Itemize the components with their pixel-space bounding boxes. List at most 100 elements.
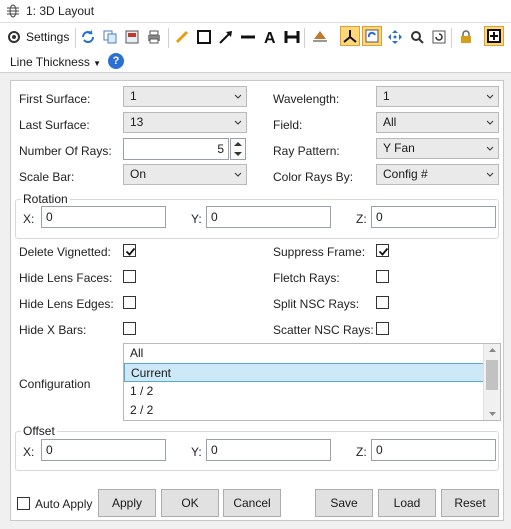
wavelength-value: 1 (383, 89, 390, 103)
auto-apply-label: Auto Apply (35, 497, 93, 511)
offset-x-input[interactable]: 0 (41, 439, 166, 461)
load-button[interactable]: Load (378, 489, 436, 517)
color-rays-by-value: Config # (383, 167, 428, 181)
pan-icon[interactable] (385, 27, 405, 47)
line-thickness-dropdown[interactable]: Line Thickness ▼ (10, 55, 101, 69)
toolbar-divider (451, 28, 452, 48)
hide-lens-faces-label: Hide Lens Faces: (19, 271, 113, 285)
chevron-down-icon (234, 172, 242, 177)
ok-button[interactable]: OK (161, 489, 219, 517)
rectangle-icon[interactable] (194, 27, 214, 47)
scatter-nsc-rays-label: Scatter NSC Rays: (273, 323, 374, 337)
help-icon[interactable]: ? (108, 53, 124, 69)
fletch-rays-checkbox[interactable] (376, 270, 389, 283)
cancel-button[interactable]: Cancel (223, 489, 281, 517)
first-surface-value: 1 (130, 89, 137, 103)
field-select[interactable]: All (376, 112, 499, 133)
checkmark-icon (125, 247, 136, 256)
rotation-x-label: X: (23, 212, 35, 226)
sync-icon[interactable] (362, 26, 382, 46)
rotation-label: Rotation (21, 192, 70, 206)
hide-x-bars-checkbox[interactable] (123, 322, 136, 335)
text-icon[interactable]: A (260, 27, 280, 47)
delete-vignetted-checkbox[interactable] (123, 244, 136, 257)
fit-icon[interactable] (484, 26, 504, 46)
apply-button[interactable]: Apply (98, 489, 156, 517)
scatter-nsc-rays-checkbox[interactable] (376, 322, 389, 335)
scroll-up-icon[interactable] (484, 344, 501, 356)
rotate-axes-icon[interactable] (310, 27, 330, 47)
zoom-icon[interactable] (407, 27, 427, 47)
number-of-rays-input[interactable]: 5 (123, 138, 229, 160)
scroll-down-icon[interactable] (484, 408, 501, 420)
auto-apply-checkbox[interactable] (17, 497, 30, 510)
rotation-y-input[interactable]: 0 (206, 206, 331, 228)
copy-icon[interactable] (100, 27, 120, 47)
scale-bar-select[interactable]: On (123, 164, 247, 185)
title-bar: 1: 3D Layout (0, 0, 511, 23)
color-rays-by-select[interactable]: Config # (376, 164, 499, 185)
configuration-option[interactable]: 2 / 2 (124, 401, 500, 420)
settings-button[interactable]: Settings (6, 27, 69, 47)
axes-icon[interactable] (340, 26, 360, 46)
first-surface-label: First Surface: (19, 92, 91, 106)
wavelength-label: Wavelength: (273, 92, 340, 106)
toolbar-divider (168, 28, 169, 48)
rotation-z-label: Z: (356, 212, 367, 226)
wavelength-select[interactable]: 1 (376, 86, 499, 107)
hide-lens-edges-checkbox[interactable] (123, 296, 136, 309)
offset-z-input[interactable]: 0 (371, 439, 496, 461)
configuration-list[interactable]: All Current 1 / 22 / 2 (123, 343, 501, 421)
rotation-z-input[interactable]: 0 (371, 206, 496, 228)
chevron-down-icon (486, 146, 494, 151)
scale-bar-value: On (130, 167, 147, 181)
dimension-icon[interactable] (282, 27, 302, 47)
reset-icon[interactable] (429, 27, 449, 47)
spin-down-icon[interactable] (231, 149, 245, 159)
configuration-option[interactable]: Current (124, 363, 500, 382)
hide-lens-faces-checkbox[interactable] (123, 270, 136, 283)
first-surface-select[interactable]: 1 (123, 86, 247, 107)
split-nsc-rays-label: Split NSC Rays: (273, 297, 360, 311)
reset-button[interactable]: Reset (441, 489, 499, 517)
toolbar-divider (304, 28, 305, 48)
last-surface-select[interactable]: 13 (123, 112, 247, 133)
scrollbar[interactable] (483, 344, 500, 420)
export-icon[interactable] (122, 27, 142, 47)
chevron-down-icon (486, 94, 494, 99)
configuration-label: Configuration (19, 377, 91, 391)
lock-icon[interactable] (456, 27, 476, 47)
hide-x-bars-label: Hide X Bars: (19, 323, 87, 337)
rotation-y-label: Y: (191, 212, 202, 226)
chevron-down-icon (234, 94, 242, 99)
line-thickness-label: Line Thickness (10, 55, 90, 69)
scroll-thumb[interactable] (486, 360, 498, 390)
hide-lens-edges-label: Hide Lens Edges: (19, 297, 114, 311)
last-surface-label: Last Surface: (19, 118, 90, 132)
spin-up-icon[interactable] (231, 139, 245, 149)
offset-label: Offset (21, 424, 57, 438)
ray-pattern-label: Ray Pattern: (273, 144, 340, 158)
configuration-option[interactable]: 1 / 2 (124, 382, 500, 401)
arrow-icon[interactable] (216, 27, 236, 47)
split-nsc-rays-checkbox[interactable] (376, 296, 389, 309)
ray-pattern-select[interactable]: Y Fan (376, 138, 499, 159)
help-glyph: ? (112, 55, 120, 67)
line-icon[interactable] (238, 27, 258, 47)
refresh-icon[interactable] (78, 27, 98, 47)
suppress-frame-checkbox[interactable] (376, 244, 389, 257)
print-icon[interactable] (144, 27, 164, 47)
rotation-x-input[interactable]: 0 (41, 206, 166, 228)
scale-bar-label: Scale Bar: (19, 170, 75, 184)
svg-text:A: A (264, 30, 276, 45)
offset-y-input[interactable]: 0 (206, 439, 331, 461)
last-surface-value: 13 (130, 115, 144, 129)
number-of-rays-spinner[interactable] (230, 138, 246, 160)
toolbar: Settings A Line Thickness ▼ ? (0, 23, 511, 73)
configuration-option[interactable]: All (124, 344, 500, 363)
pencil-icon[interactable] (172, 27, 192, 47)
save-button[interactable]: Save (315, 489, 373, 517)
offset-y-label: Y: (191, 445, 202, 459)
gear-icon (8, 31, 20, 43)
number-of-rays-label: Number Of Rays: (19, 144, 112, 158)
